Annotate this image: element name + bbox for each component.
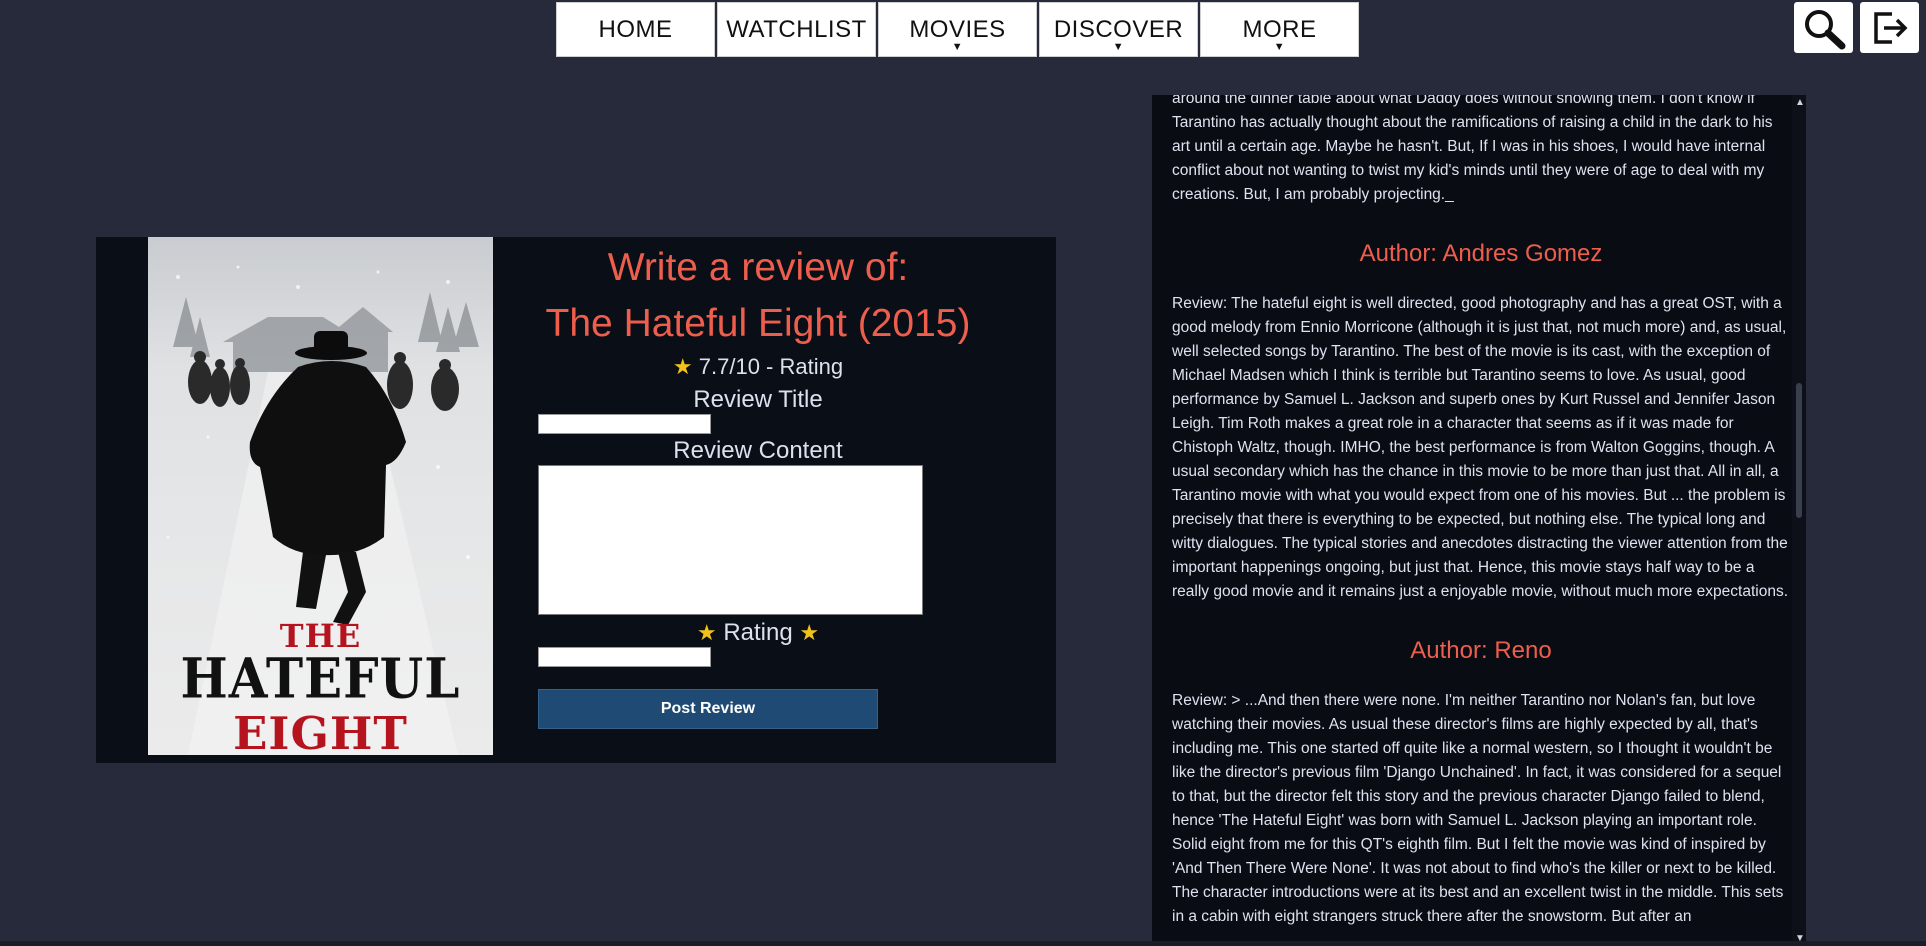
star-icon: ★ xyxy=(799,620,820,645)
movie-poster: THE HATEFUL EIGHT xyxy=(148,237,493,755)
reviews-list: around the dinner table about what Daddy… xyxy=(1172,95,1790,929)
rating-input-label: ★ Rating ★ xyxy=(538,619,978,647)
review-text: Review: The hateful eight is well direct… xyxy=(1172,295,1789,600)
form-heading-line1: Write a review of: xyxy=(607,246,909,289)
nav-more[interactable]: MORE ▼ xyxy=(1200,2,1359,57)
review-form: Write a review of: The Hateful Eight (20… xyxy=(538,237,978,729)
star-icon: ★ xyxy=(696,620,717,645)
search-icon xyxy=(1804,9,1845,49)
review-author: Author: Andres Gomez xyxy=(1359,240,1603,267)
review-content-label: Review Content xyxy=(673,437,843,464)
star-icon: ★ xyxy=(672,354,693,379)
nav-more-label: MORE xyxy=(1242,15,1317,43)
movie-rating-text: 7.7/10 - Rating xyxy=(698,354,844,379)
chevron-down-icon: ▼ xyxy=(951,41,964,53)
review-author: Author: Reno xyxy=(1410,637,1552,664)
nav-home[interactable]: HOME xyxy=(556,2,715,57)
review-text: around the dinner table about what Daddy… xyxy=(1172,95,1773,203)
logout-button[interactable] xyxy=(1860,2,1919,53)
rating-input[interactable] xyxy=(538,647,711,667)
horizontal-scrollbar[interactable] xyxy=(0,941,1926,946)
reviews-panel[interactable]: around the dinner table about what Daddy… xyxy=(1152,95,1806,946)
review-title-label: Review Title xyxy=(693,386,823,413)
nav-watchlist-label: WATCHLIST xyxy=(726,15,867,43)
rating-label-text: Rating xyxy=(723,619,793,646)
scrollbar-thumb[interactable] xyxy=(1796,383,1802,518)
nav-home-label: HOME xyxy=(598,15,673,43)
reviews-scrollbar[interactable]: ▲ ▼ xyxy=(1792,95,1806,946)
review-text: Review: > ...And then there were none. I… xyxy=(1172,692,1784,925)
nav-movies-label: MOVIES xyxy=(909,15,1006,43)
main-nav: HOME WATCHLIST MOVIES ▼ DISCOVER ▼ MORE … xyxy=(556,2,1359,57)
form-heading-line2: The Hateful Eight (2015) xyxy=(545,302,971,345)
nav-discover[interactable]: DISCOVER ▼ xyxy=(1039,2,1198,57)
movie-rating: ★ 7.7/10 - Rating xyxy=(538,354,978,380)
chevron-down-icon: ▼ xyxy=(1273,41,1286,53)
poster-title-line3: EIGHT xyxy=(233,707,408,755)
nav-watchlist[interactable]: WATCHLIST xyxy=(717,2,876,57)
review-card: THE HATEFUL EIGHT Write a review of: The… xyxy=(96,237,1056,763)
review-title-input[interactable] xyxy=(538,414,711,434)
nav-movies[interactable]: MOVIES ▼ xyxy=(878,2,1037,57)
search-button[interactable] xyxy=(1794,2,1853,53)
scroll-up-icon[interactable]: ▲ xyxy=(1795,97,1805,108)
logout-icon xyxy=(1873,11,1907,44)
chevron-down-icon: ▼ xyxy=(1112,41,1125,53)
poster-title-line2: HATEFUL xyxy=(180,646,461,711)
post-review-button[interactable]: Post Review xyxy=(538,689,878,729)
nav-discover-label: DISCOVER xyxy=(1053,15,1184,43)
review-content-textarea[interactable] xyxy=(538,465,923,615)
